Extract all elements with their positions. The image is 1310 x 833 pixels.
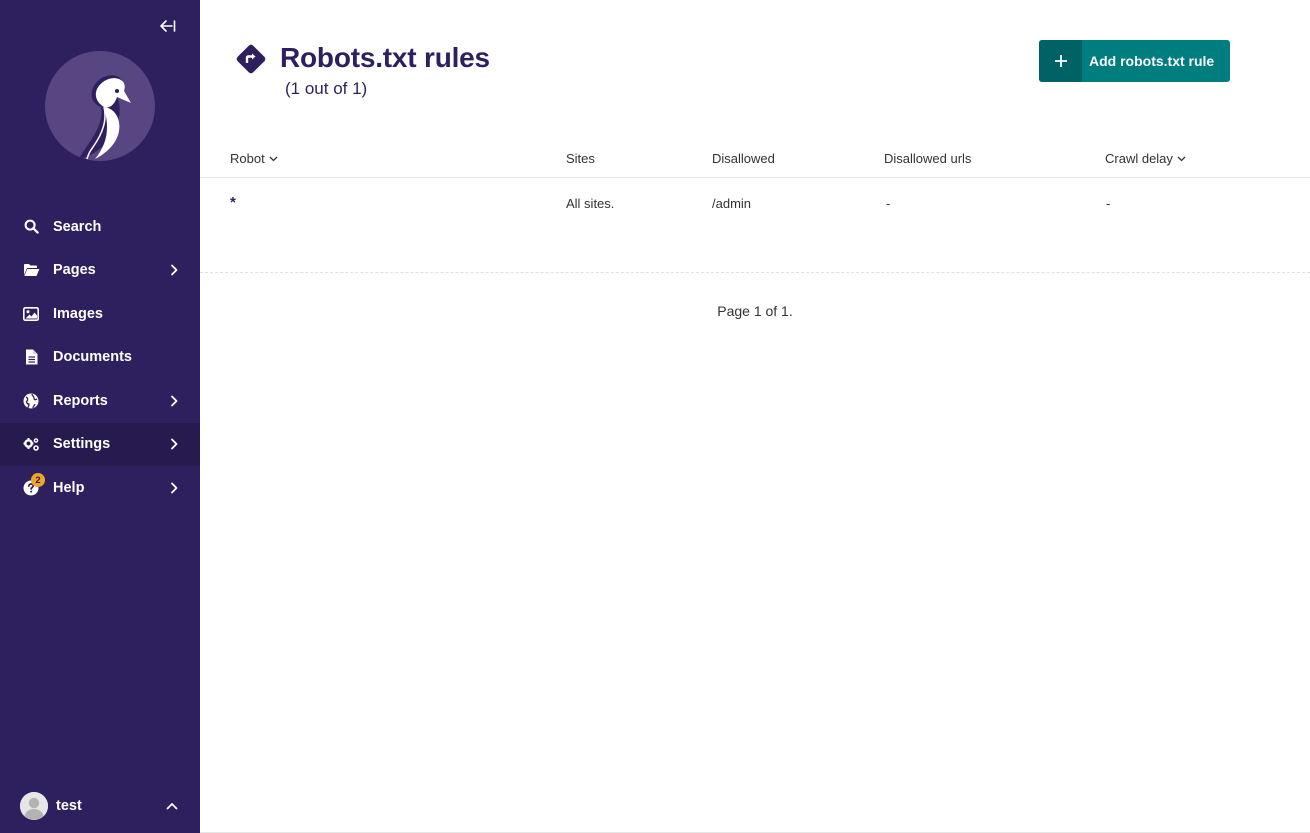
column-header-disallowed-urls: Disallowed urls bbox=[884, 151, 971, 166]
column-label: Disallowed urls bbox=[884, 151, 972, 166]
image-icon bbox=[22, 305, 40, 323]
chevron-right-icon bbox=[170, 263, 180, 277]
sidebar-item-help[interactable]: 2 Help bbox=[0, 466, 200, 510]
sidebar-item-settings[interactable]: Settings bbox=[0, 422, 200, 466]
table-header: Robot Sites Disallowed Disallowed urls C… bbox=[200, 140, 1310, 178]
sites-cell: All sites. bbox=[566, 196, 615, 211]
sidebar-item-label: Reports bbox=[53, 392, 108, 409]
sidebar-item-label: Settings bbox=[53, 436, 111, 453]
page-subtitle: (1 out of 1) bbox=[285, 79, 368, 98]
sort-chevron-icon bbox=[1177, 156, 1186, 162]
column-label: Crawl delay bbox=[1105, 151, 1173, 166]
disallowed-urls-cell: - bbox=[886, 196, 891, 211]
add-robots-rule-button[interactable]: Add robots.txt rule bbox=[1039, 40, 1230, 82]
table-row: * All sites. /admin - - bbox=[200, 178, 1310, 273]
account-menu[interactable]: test bbox=[0, 779, 200, 833]
sidebar-item-label: Pages bbox=[53, 262, 96, 279]
avatar bbox=[20, 792, 48, 820]
collapse-sidebar-icon[interactable] bbox=[156, 16, 178, 36]
column-label: Sites bbox=[566, 151, 595, 166]
sidebar-item-label: Documents bbox=[53, 349, 132, 366]
notification-badge: 2 bbox=[31, 473, 45, 487]
chevron-right-icon bbox=[170, 481, 180, 495]
pagination-text: Page 1 of 1. bbox=[717, 303, 793, 319]
account-name: test bbox=[56, 798, 82, 814]
main-content: Robots.txt rules (1 out of 1) Add robots… bbox=[200, 0, 1310, 833]
sort-chevron-icon bbox=[269, 156, 278, 162]
column-header-sites: Sites bbox=[566, 151, 595, 166]
chevron-right-icon bbox=[170, 394, 180, 408]
add-button-label: Add robots.txt rule bbox=[1089, 53, 1215, 69]
chevron-up-icon bbox=[166, 797, 178, 815]
crawl-delay-cell: - bbox=[1106, 196, 1111, 211]
sidebar: Search Pages Images Documents Reports Se… bbox=[0, 0, 200, 833]
column-header-crawl-delay[interactable]: Crawl delay bbox=[1105, 151, 1186, 166]
chevron-right-icon bbox=[170, 437, 180, 451]
sidebar-nav: Search Pages Images Documents Reports Se… bbox=[0, 205, 200, 510]
column-label: Disallowed bbox=[712, 151, 775, 166]
robot-link[interactable]: * bbox=[230, 194, 236, 211]
column-header-robot[interactable]: Robot bbox=[230, 151, 278, 166]
wagtail-logo[interactable] bbox=[45, 51, 155, 161]
rules-table: Robot Sites Disallowed Disallowed urls C… bbox=[200, 140, 1310, 273]
column-label: Robot bbox=[230, 151, 265, 166]
cogs-icon bbox=[22, 435, 40, 453]
plus-icon bbox=[1039, 40, 1082, 82]
sidebar-item-label: Help bbox=[53, 479, 85, 496]
sidebar-item-label: Images bbox=[53, 305, 103, 322]
document-icon bbox=[22, 348, 40, 366]
sidebar-item-pages[interactable]: Pages bbox=[0, 249, 200, 293]
search-icon bbox=[22, 218, 40, 236]
sidebar-item-label: Search bbox=[53, 218, 102, 235]
sidebar-item-reports[interactable]: Reports bbox=[0, 379, 200, 423]
page-title: Robots.txt rules bbox=[280, 42, 490, 73]
globe-icon bbox=[22, 392, 40, 410]
sidebar-item-search[interactable]: Search bbox=[0, 205, 200, 249]
folder-open-icon bbox=[22, 261, 40, 279]
disallowed-cell: /admin bbox=[712, 196, 752, 211]
sidebar-item-documents[interactable]: Documents bbox=[0, 336, 200, 380]
redirect-sign-icon bbox=[234, 42, 268, 76]
sidebar-item-images[interactable]: Images bbox=[0, 292, 200, 336]
column-header-disallowed: Disallowed bbox=[712, 151, 775, 166]
